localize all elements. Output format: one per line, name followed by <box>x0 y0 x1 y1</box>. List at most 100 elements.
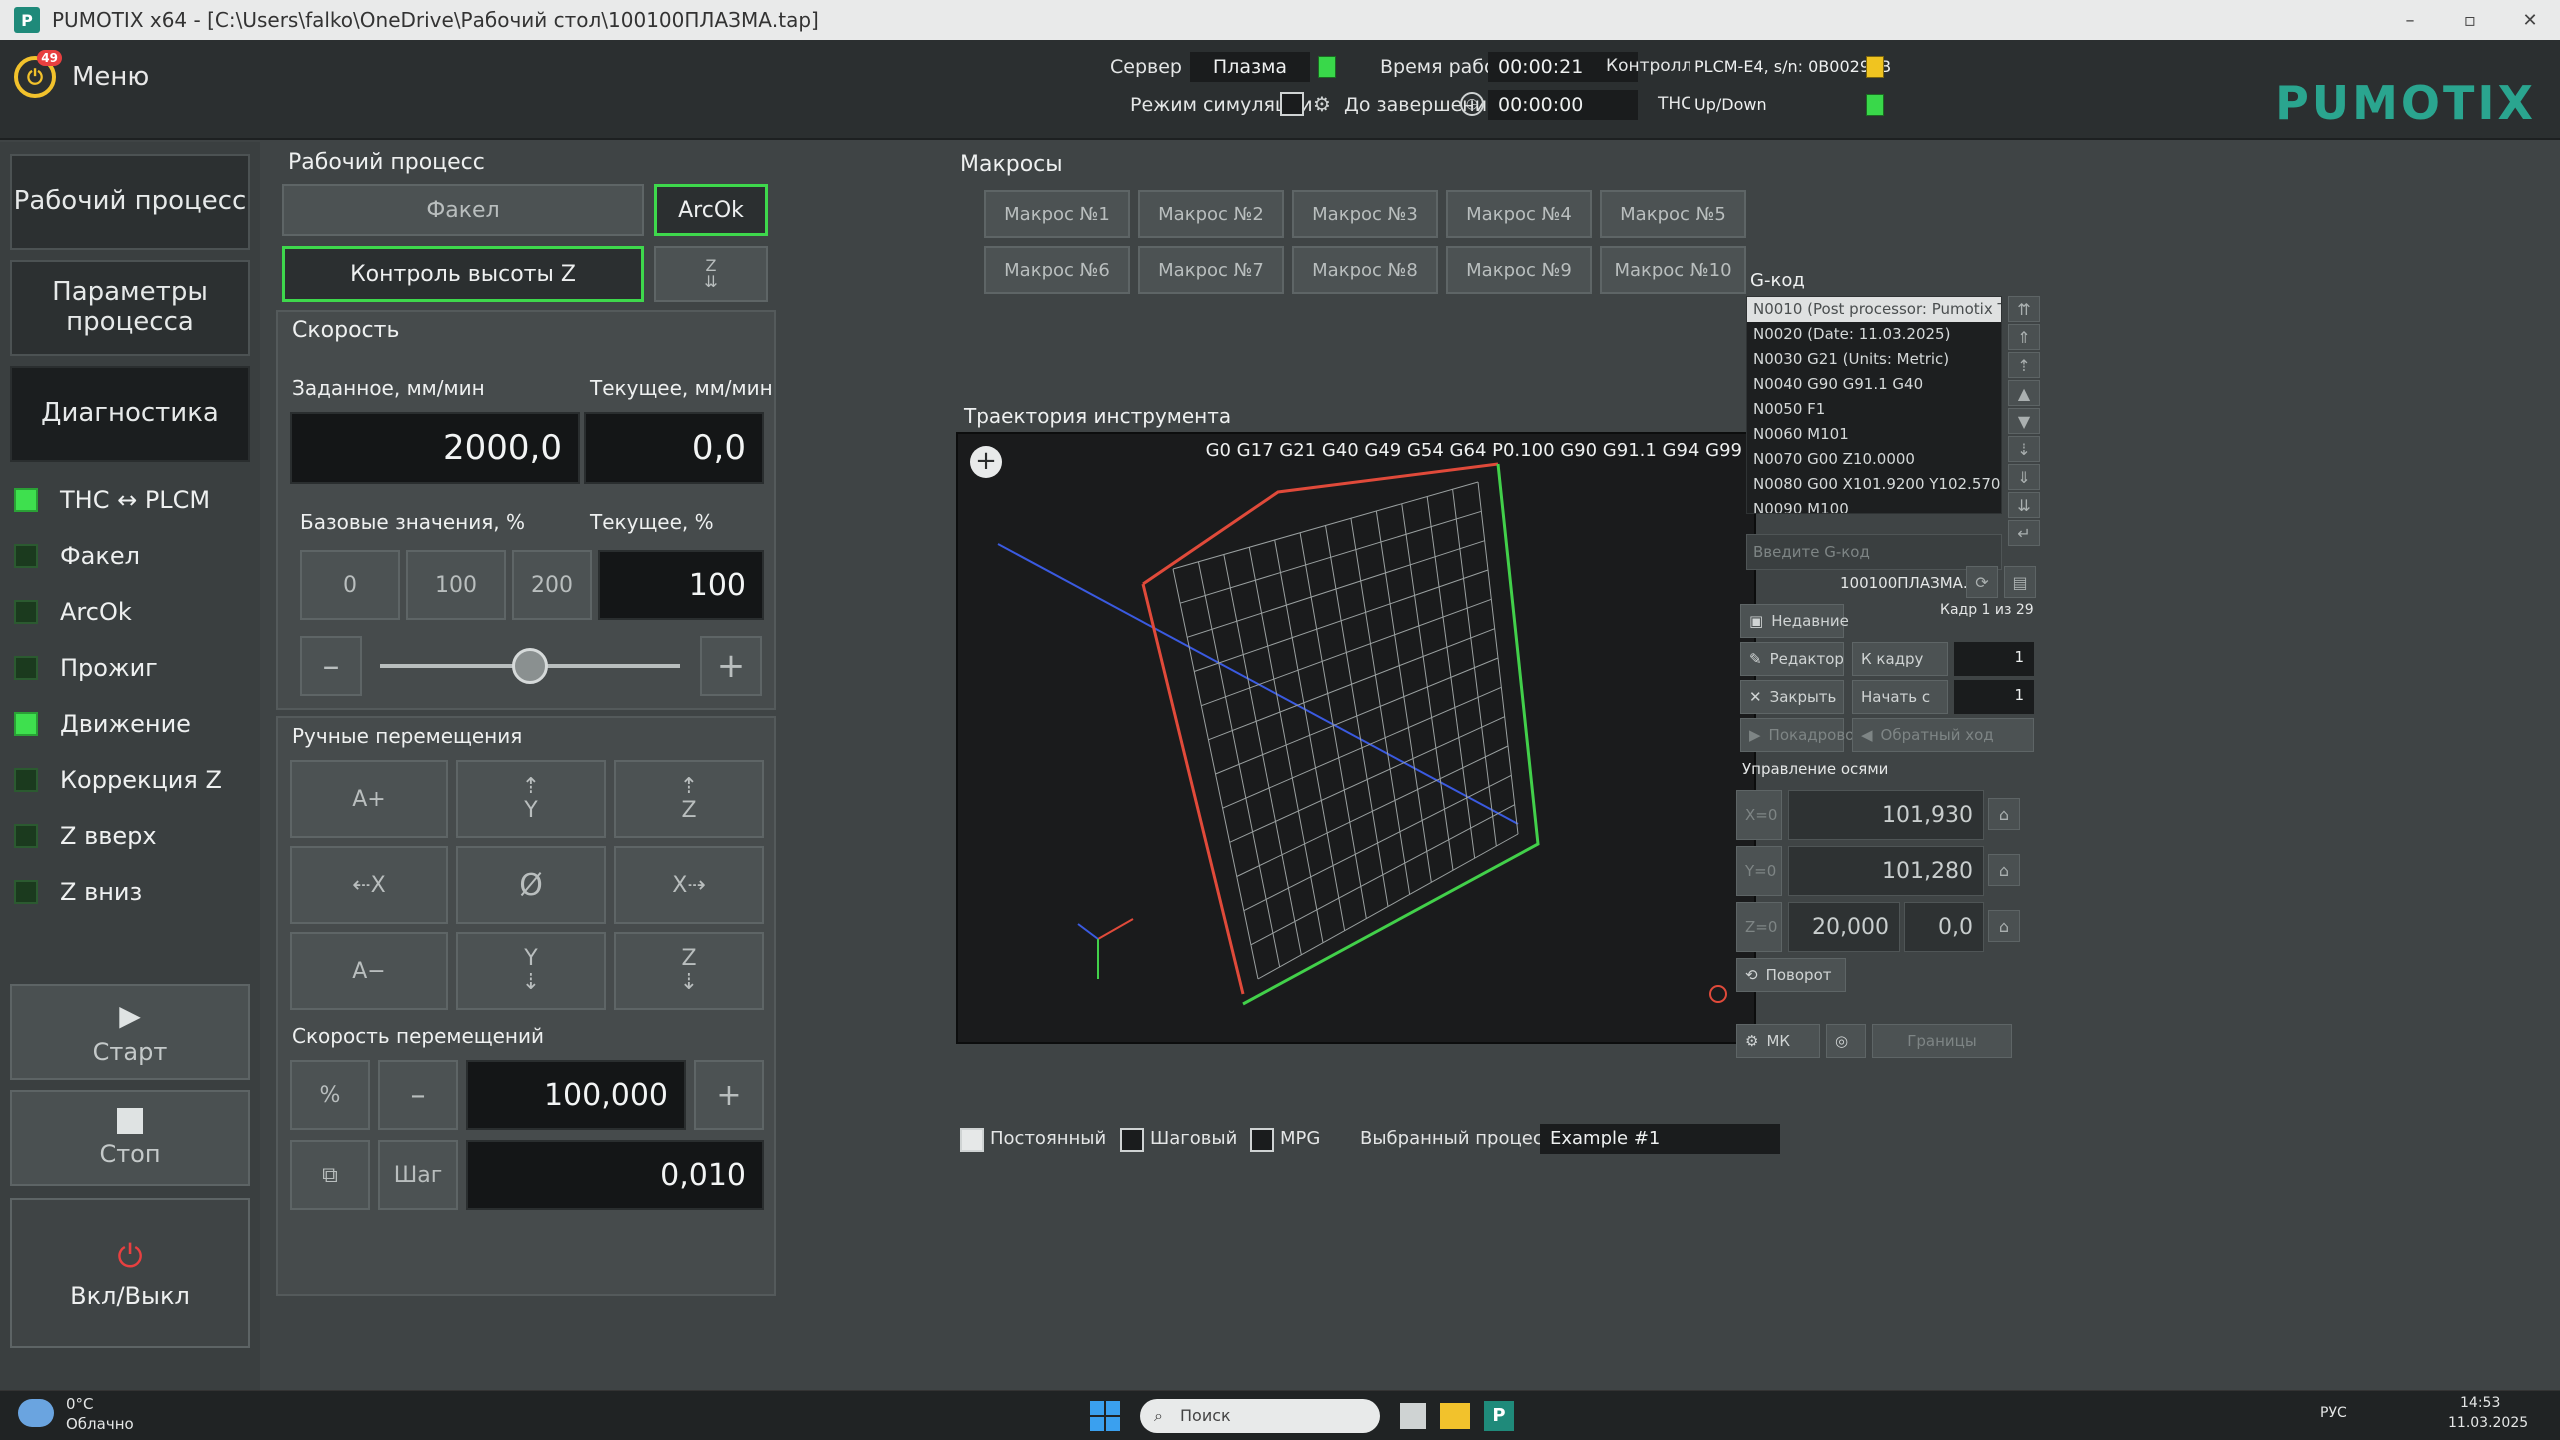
jog-plus-button[interactable]: + <box>694 1060 764 1130</box>
macro-button[interactable]: Макрос №1 <box>984 190 1130 238</box>
selected-process-value[interactable]: Example #1 <box>1540 1124 1780 1154</box>
jog-x-minus-button[interactable]: ⇠ X <box>290 846 448 924</box>
sim-mode-checkbox[interactable] <box>1280 92 1304 116</box>
jog-y-minus-button[interactable]: Y ⇣ <box>456 932 606 1010</box>
maximize-button[interactable]: ▫ <box>2440 0 2500 40</box>
jog-minus-button[interactable]: – <box>378 1060 458 1130</box>
torch-button[interactable]: Факел <box>282 184 644 236</box>
mode-constant-radio[interactable] <box>960 1128 984 1152</box>
limits-button[interactable]: Границы <box>1872 1024 2012 1058</box>
file-explorer-icon[interactable] <box>1440 1403 1470 1429</box>
recent-button[interactable]: ▣ Недавние <box>1740 604 1849 638</box>
gcode-line[interactable]: N0040 G90 G91.1 G40 <box>1747 372 2001 397</box>
nav-workflow[interactable]: Рабочий процесс <box>10 154 250 250</box>
jog-y-plus-button[interactable]: ⇡ Y <box>456 760 606 838</box>
gcode-line[interactable]: N0060 M101 <box>1747 422 2001 447</box>
gcode-input[interactable]: Введите G-код <box>1746 534 2002 570</box>
rotate-button[interactable]: ⟲ Поворот <box>1736 958 1846 992</box>
zero-y-button[interactable]: Y=0 <box>1736 846 1782 896</box>
home-z-icon[interactable]: ⌂ <box>1988 910 2020 942</box>
enter-icon[interactable]: ↵ <box>2008 520 2040 546</box>
target-icon[interactable]: ◎ <box>1826 1024 1866 1058</box>
gcode-line[interactable]: N0070 G00 Z10.0000 <box>1747 447 2001 472</box>
preset-200-button[interactable]: 200 <box>512 550 592 620</box>
z-lift-button[interactable]: Z ⇊ <box>654 246 768 302</box>
gcode-line[interactable]: N0020 (Date: 11.03.2025) <box>1747 322 2001 347</box>
menu-button[interactable]: ⏻ 49 Меню <box>14 50 149 100</box>
jog-a-plus-button[interactable]: A+ <box>290 760 448 838</box>
gcode-line[interactable]: N0010 (Post processor: Pumotix THC.scp) <box>1747 297 2001 322</box>
macro-button[interactable]: Макрос №10 <box>1600 246 1746 294</box>
macro-button[interactable]: Макрос №7 <box>1138 246 1284 294</box>
speed-minus-button[interactable]: – <box>300 636 362 696</box>
taskbar-search[interactable]: ⌕ Поиск <box>1140 1399 1380 1433</box>
arrow-down-icon[interactable]: ▼ <box>2008 408 2040 434</box>
input-lang[interactable]: РУС <box>2320 1405 2347 1421</box>
gcode-line[interactable]: N0030 G21 (Units: Metric) <box>1747 347 2001 372</box>
scroll-top-icon[interactable]: ⇈ <box>2008 296 2040 322</box>
gcode-line[interactable]: N0050 F1 <box>1747 397 2001 422</box>
page-down-icon[interactable]: ⇓ <box>2008 464 2040 490</box>
home-y-icon[interactable]: ⌂ <box>1988 854 2020 886</box>
macro-button[interactable]: Макрос №5 <box>1600 190 1746 238</box>
mk-button[interactable]: ⚙ МК <box>1736 1024 1820 1058</box>
power-button[interactable]: ⏻ Вкл/Выкл <box>10 1198 250 1348</box>
mode-step-checkbox[interactable] <box>1120 1128 1144 1152</box>
arcok-button[interactable]: ArcOk <box>654 184 768 236</box>
speed-set-display[interactable]: 2000,0 <box>290 412 580 484</box>
line-up-icon[interactable]: ⇡ <box>2008 352 2040 378</box>
clock-date[interactable]: 11.03.2025 <box>2448 1415 2528 1431</box>
mode-mpg-checkbox[interactable] <box>1250 1128 1274 1152</box>
preset-0-button[interactable]: 0 <box>300 550 400 620</box>
start-from-button[interactable]: Начать с <box>1852 680 1948 714</box>
macro-button[interactable]: Макрос №3 <box>1292 190 1438 238</box>
jog-z-minus-button[interactable]: Z ⇣ <box>614 932 764 1010</box>
folder-icon[interactable]: ▤ <box>2004 566 2036 598</box>
editor-button[interactable]: ✎ Редактор <box>1740 642 1844 676</box>
zero-z-button[interactable]: Z=0 <box>1736 902 1782 952</box>
jog-x-plus-button[interactable]: X ⇢ <box>614 846 764 924</box>
stop-button[interactable]: Стоп <box>10 1090 250 1186</box>
home-x-icon[interactable]: ⌂ <box>1988 798 2020 830</box>
reload-icon[interactable]: ⟳ <box>1966 566 1998 598</box>
gcode-list[interactable]: N0010 (Post processor: Pumotix THC.scp)N… <box>1746 296 2002 514</box>
jog-z-plus-button[interactable]: ⇡ Z <box>614 760 764 838</box>
jog-pct-button[interactable]: % <box>290 1060 370 1130</box>
to-frame-button[interactable]: К кадру <box>1852 642 1948 676</box>
height-control-button[interactable]: Контроль высоты Z <box>282 246 644 302</box>
close-file-button[interactable]: ✕ Закрыть <box>1740 680 1844 714</box>
to-frame-input[interactable]: 1 <box>1954 642 2034 676</box>
arrow-up-icon[interactable]: ▲ <box>2008 380 2040 406</box>
minimize-button[interactable]: – <box>2380 0 2440 40</box>
nav-process-params[interactable]: Параметры процесса <box>10 260 250 356</box>
clock-time[interactable]: 14:53 <box>2460 1395 2500 1411</box>
zero-x-button[interactable]: X=0 <box>1736 790 1782 840</box>
line-by-line-button[interactable]: ▶ Покадрово <box>1740 718 1854 752</box>
start-from-input[interactable]: 1 <box>1954 680 2034 714</box>
copy-icon[interactable]: ⧉ <box>290 1140 370 1210</box>
step-display[interactable]: 0,010 <box>466 1140 764 1210</box>
gear-icon[interactable]: ⚙ <box>1310 92 1334 116</box>
jog-a-minus-button[interactable]: A− <box>290 932 448 1010</box>
trajectory-viewport[interactable]: G0 G17 G21 G40 G49 G54 G64 P0.100 G90 G9… <box>956 432 1756 1044</box>
preset-100-button[interactable]: 100 <box>406 550 506 620</box>
scroll-bottom-icon[interactable]: ⇊ <box>2008 492 2040 518</box>
pumotix-taskbar-icon[interactable]: P <box>1484 1401 1514 1431</box>
line-down-icon[interactable]: ⇣ <box>2008 436 2040 462</box>
jog-speed-display[interactable]: 100,000 <box>466 1060 686 1130</box>
step-button[interactable]: Шаг <box>378 1140 458 1210</box>
jog-zero-button[interactable]: Ø <box>456 846 606 924</box>
start-button[interactable]: ▶ Старт <box>10 984 250 1080</box>
macro-button[interactable]: Макрос №2 <box>1138 190 1284 238</box>
page-up-icon[interactable]: ⇑ <box>2008 324 2040 350</box>
gcode-line[interactable]: N0080 G00 X101.9200 Y102.5700 <box>1747 472 2001 497</box>
macro-button[interactable]: Макрос №9 <box>1446 246 1592 294</box>
task-view-icon[interactable] <box>1400 1403 1426 1429</box>
windows-start-icon[interactable] <box>1090 1401 1120 1431</box>
gcode-line[interactable]: N0090 M100 <box>1747 497 2001 513</box>
macro-button[interactable]: Макрос №4 <box>1446 190 1592 238</box>
macro-button[interactable]: Макрос №8 <box>1292 246 1438 294</box>
speed-slider-thumb[interactable] <box>512 648 548 684</box>
macro-button[interactable]: Макрос №6 <box>984 246 1130 294</box>
speed-plus-button[interactable]: + <box>700 636 762 696</box>
